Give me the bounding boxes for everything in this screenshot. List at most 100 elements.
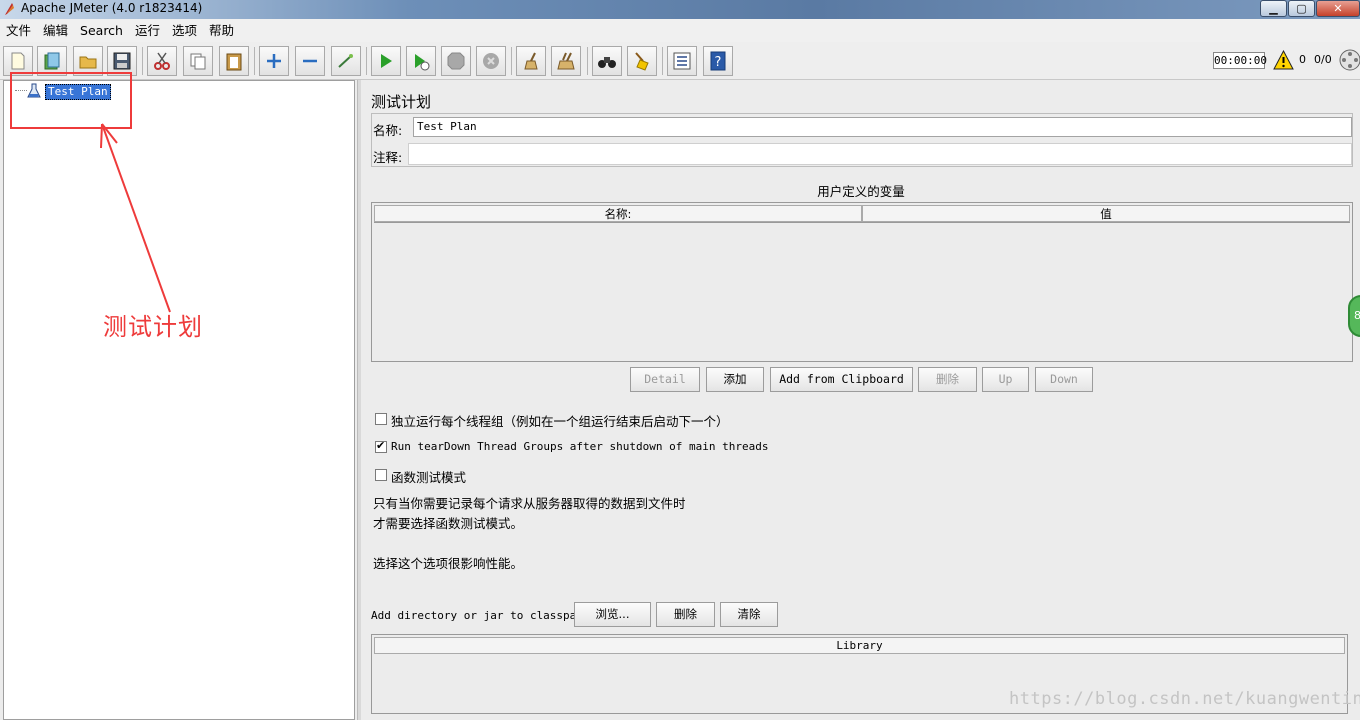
menu-run[interactable]: 运行: [129, 19, 166, 42]
name-label: 名称:: [373, 123, 403, 138]
expand-all-button[interactable]: [259, 46, 289, 76]
performance-warning-text: 选择这个选项很影响性能。: [373, 556, 524, 571]
copy-button[interactable]: [183, 46, 213, 76]
menu-options[interactable]: 选项: [166, 19, 203, 42]
table-header: 名称: 值: [374, 205, 1350, 223]
teardown-on-shutdown-label: Run tearDown Thread Groups after shutdow…: [391, 440, 769, 453]
floating-side-badge[interactable]: 8: [1348, 295, 1360, 337]
binoculars-icon: [598, 57, 616, 68]
run-indicator-icon: [1339, 49, 1360, 71]
svg-text:?: ?: [715, 55, 722, 70]
user-variables-title: 用户定义的变量: [817, 184, 905, 199]
comment-label: 注释:: [373, 150, 403, 165]
minimize-button[interactable]: ▁: [1260, 0, 1287, 17]
classpath-delete-button[interactable]: 删除: [656, 602, 715, 627]
add-from-clipboard-button[interactable]: Add from Clipboard: [770, 367, 913, 392]
shutdown-icon: [483, 53, 499, 69]
broom-all-icon: [557, 52, 575, 70]
detail-button[interactable]: Detail: [630, 367, 700, 392]
variables-button-row: Detail 添加 Add from Clipboard 删除 Up Down: [362, 367, 1360, 392]
maximize-button[interactable]: ▢: [1288, 0, 1315, 17]
annotation-label: 测试计划: [103, 313, 203, 341]
copy-icon: [190, 53, 206, 70]
search-button[interactable]: [592, 46, 622, 76]
cut-button[interactable]: [147, 46, 177, 76]
elapsed-timer: 00:00:00: [1213, 52, 1267, 69]
help-button[interactable]: ?: [703, 46, 733, 76]
menu-help[interactable]: 帮助: [203, 19, 240, 42]
down-button[interactable]: Down: [1035, 367, 1093, 392]
title-bar: Apache JMeter (4.0 r1823414) ▁ ▢ ✕: [0, 0, 1360, 19]
start-no-pauses-button[interactable]: [406, 46, 436, 76]
minus-icon: [303, 59, 317, 63]
column-header-value[interactable]: 值: [862, 205, 1350, 222]
reset-search-button[interactable]: [627, 46, 657, 76]
toolbar-separator: [142, 47, 143, 75]
reset-search-broom-icon: [635, 52, 649, 71]
browse-button[interactable]: 浏览...: [574, 602, 651, 627]
stop-icon: [447, 52, 465, 70]
column-header-name[interactable]: 名称:: [374, 205, 862, 222]
toggle-button[interactable]: [331, 46, 361, 76]
menu-edit[interactable]: 编辑: [37, 19, 74, 42]
folder-open-icon: [79, 56, 97, 69]
functional-mode-info-line: 只有当你需要记录每个请求从服务器取得的数据到文件时: [373, 496, 686, 511]
close-button[interactable]: ✕: [1316, 0, 1360, 17]
scissors-icon: [154, 52, 170, 70]
play-no-timers-icon: [415, 54, 430, 71]
stop-button[interactable]: [441, 46, 471, 76]
collapse-all-button[interactable]: [295, 46, 325, 76]
save-disk-icon: [113, 52, 131, 70]
functional-mode-checkbox[interactable]: [375, 469, 387, 481]
window-title: Apache JMeter (4.0 r1823414): [21, 1, 203, 15]
toolbar-separator: [587, 47, 588, 75]
paste-button[interactable]: [219, 46, 249, 76]
toolbar: ? 00:00:00 0 0/0: [0, 42, 1360, 80]
warning-icon[interactable]: [1273, 50, 1294, 70]
shutdown-button[interactable]: [476, 46, 506, 76]
toolbar-separator: [662, 47, 663, 75]
panel-title: 测试计划: [371, 93, 432, 111]
thread-count: 0/0: [1314, 53, 1332, 66]
templates-icon: [44, 52, 60, 70]
serialize-threadgroups-label: 独立运行每个线程组（例如在一个组运行结束后启动下一个）: [391, 414, 729, 429]
toolbar-separator: [366, 47, 367, 75]
toolbar-separator: [511, 47, 512, 75]
name-field[interactable]: Test Plan: [413, 117, 1352, 137]
comment-field[interactable]: [408, 143, 1352, 165]
start-button[interactable]: [371, 46, 401, 76]
clear-all-button[interactable]: [551, 46, 581, 76]
broom-icon: [524, 52, 538, 70]
classpath-clear-button[interactable]: 清除: [720, 602, 778, 627]
new-file-icon: [11, 52, 25, 70]
menu-bar: 文件 编辑 Search 运行 选项 帮助: [0, 19, 1360, 42]
play-icon: [381, 54, 392, 68]
teardown-on-shutdown-checkbox[interactable]: [375, 439, 387, 453]
test-plan-editor: 测试计划 名称: Test Plan 注释: 用户定义的变量 名称: 值 Det…: [362, 80, 1360, 720]
function-list-icon: [673, 52, 691, 70]
functional-mode-label: 函数测试模式: [391, 470, 467, 485]
functional-mode-info-line: 才需要选择函数测试模式。: [373, 516, 524, 531]
watermark-text: https://blog.csdn.net/kuangwenting: [1009, 689, 1360, 709]
toggle-wand-icon: [338, 54, 353, 68]
serialize-threadgroups-checkbox[interactable]: [375, 413, 387, 425]
split-pane-divider[interactable]: [357, 80, 361, 720]
up-button[interactable]: Up: [982, 367, 1029, 392]
help-icon: ?: [710, 51, 726, 71]
toolbar-separator: [254, 47, 255, 75]
jmeter-feather-icon: [5, 3, 14, 15]
add-button[interactable]: 添加: [706, 367, 764, 392]
clear-button[interactable]: [516, 46, 546, 76]
function-helper-button[interactable]: [667, 46, 697, 76]
classpath-label: Add directory or jar to classpath: [371, 609, 590, 622]
menu-search[interactable]: Search: [74, 19, 129, 42]
plus-icon: [267, 54, 281, 68]
clipboard-icon: [226, 53, 242, 71]
menu-file[interactable]: 文件: [0, 19, 37, 42]
user-variables-table: 名称: 值: [371, 202, 1353, 362]
column-header-library[interactable]: Library: [374, 637, 1345, 654]
window-controls: ▁ ▢ ✕: [1259, 0, 1360, 17]
error-count: 0: [1299, 53, 1306, 66]
annotation-arrow-icon: [100, 123, 171, 313]
delete-button[interactable]: 删除: [918, 367, 977, 392]
